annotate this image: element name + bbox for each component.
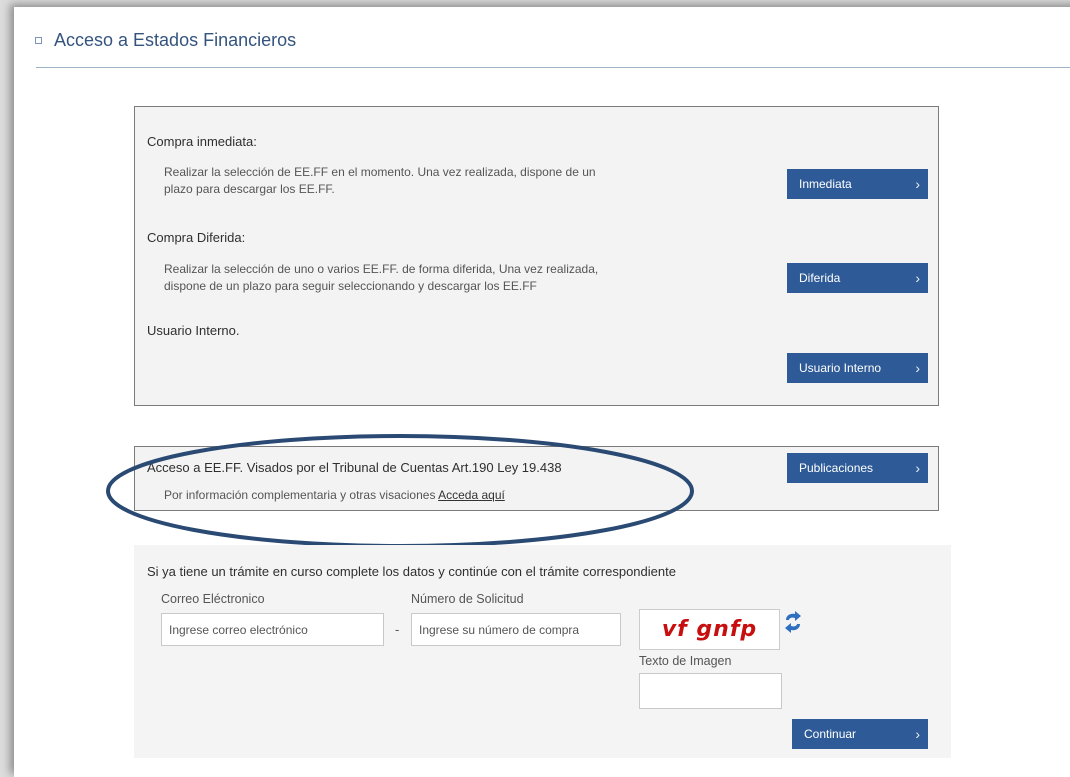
continue-button[interactable]: Continuar ›: [792, 719, 928, 749]
page-title: Acceso a Estados Financieros: [54, 30, 297, 50]
header-divider: [36, 67, 1070, 68]
request-number-field[interactable]: [411, 613, 621, 646]
immediate-desc-line2: plazo para descargar los EE.FF.: [164, 182, 335, 196]
deferred-heading: Compra Diferida:: [147, 230, 246, 245]
captcha-text: vf gnfp: [661, 617, 758, 642]
deferred-desc-line2: dispone de un plazo para seguir seleccio…: [164, 279, 537, 293]
chevron-right-icon: ›: [915, 360, 920, 376]
field-separator: -: [395, 622, 400, 637]
internal-user-button[interactable]: Usuario Interno ›: [787, 353, 928, 383]
continue-heading: Si ya tiene un trámite en curso complete…: [147, 564, 676, 579]
email-field[interactable]: [161, 613, 384, 646]
deferred-description: Realizar la selección de uno o varios EE…: [164, 261, 598, 295]
captcha-label: Texto de Imagen: [639, 654, 732, 668]
immediate-button-label: Inmediata: [799, 177, 852, 191]
chevron-right-icon: ›: [915, 176, 920, 192]
internal-heading: Usuario Interno.: [147, 323, 240, 338]
publications-button-label: Publicaciones: [799, 461, 874, 475]
page-header: Acceso a Estados Financieros: [35, 30, 296, 51]
continue-button-label: Continuar: [804, 727, 857, 741]
deferred-desc-line1: Realizar la selección de uno o varios EE…: [164, 262, 599, 276]
captcha-image: vf gnfp: [639, 609, 780, 650]
chevron-right-icon: ›: [915, 726, 920, 742]
immediate-description: Realizar la selección de EE.FF en el mom…: [164, 164, 596, 198]
immediate-desc-line1: Realizar la selección de EE.FF en el mom…: [164, 165, 596, 179]
highlight-ellipse: [106, 434, 694, 548]
email-label: Correo Eléctronico: [161, 592, 265, 606]
deferred-button[interactable]: Diferida ›: [787, 263, 928, 293]
deferred-button-label: Diferida: [799, 271, 841, 285]
immediate-button[interactable]: Inmediata ›: [787, 169, 928, 199]
square-bullet-icon: [35, 37, 42, 44]
chevron-right-icon: ›: [915, 460, 920, 476]
chevron-right-icon: ›: [915, 270, 920, 286]
request-number-label: Número de Solicitud: [411, 592, 524, 606]
immediate-heading: Compra inmediata:: [147, 134, 257, 149]
publications-button[interactable]: Publicaciones ›: [787, 453, 928, 483]
internal-user-button-label: Usuario Interno: [799, 361, 882, 375]
captcha-input[interactable]: [639, 673, 782, 709]
refresh-icon[interactable]: [783, 611, 803, 633]
